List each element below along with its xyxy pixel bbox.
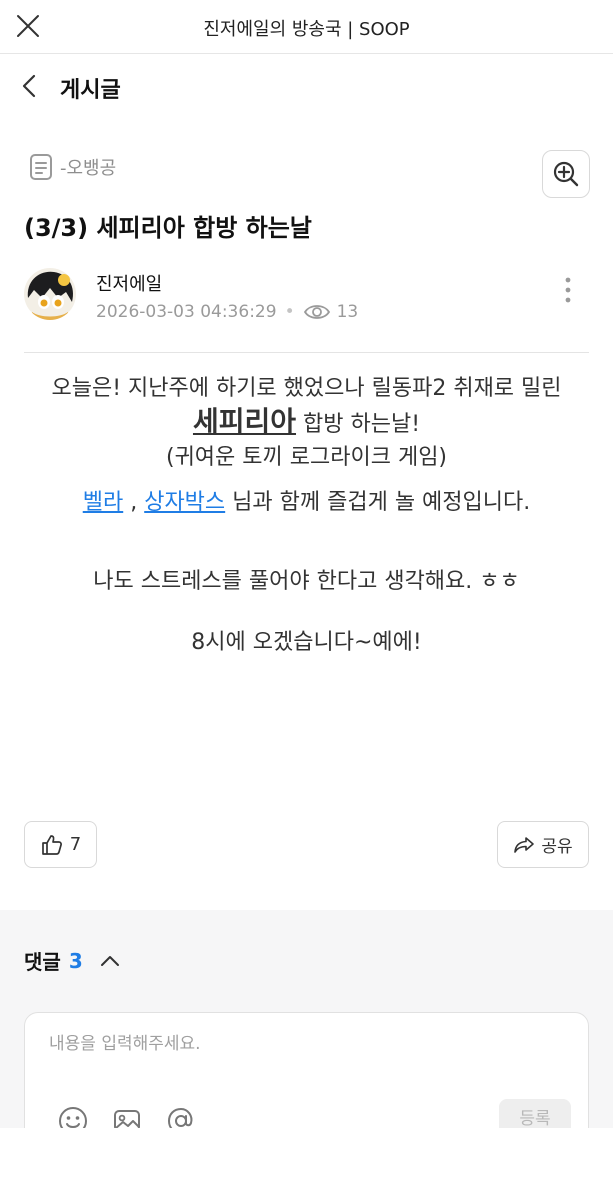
eye-icon [303, 305, 330, 319]
zoom-in-icon [553, 161, 579, 187]
document-icon [30, 154, 52, 180]
meta-separator: • [284, 302, 295, 322]
post-content: 오늘은! 지난주에 하기로 했었으나 릴동파2 취재로 밀린 세피리아 합방 하… [20, 372, 593, 659]
view-count: 13 [336, 302, 359, 322]
paragraph: 8시에 오겠습니다~예에! [191, 630, 422, 655]
thumbs-up-icon [41, 834, 62, 855]
author-name[interactable]: 진저에일 [96, 270, 162, 296]
share-label: 공유 [541, 837, 573, 857]
like-button[interactable]: 7 [24, 821, 97, 868]
comments-label: 댓글 [24, 950, 61, 974]
chevron-up-icon[interactable] [99, 954, 121, 968]
avatar[interactable] [24, 268, 76, 320]
content-line: 님과 함께 즐겁게 놀 예정입니다. [225, 490, 531, 515]
post-category[interactable]: -오뱅공 [28, 152, 116, 182]
window-title: 진저에일의 방송국 | SOOP [203, 19, 410, 40]
comment-placeholder[interactable]: 내용을 입력해주세요. [49, 1029, 201, 1054]
more-options-icon[interactable] [556, 274, 580, 306]
share-button[interactable]: 공유 [497, 821, 589, 868]
like-count: 7 [69, 834, 82, 855]
zoom-in-button[interactable] [542, 150, 590, 198]
post-title: (3/3) 세피리아 합방 하는날 [24, 214, 312, 242]
content-line: (귀여운 토끼 로그라이크 게임) [165, 445, 448, 470]
bottom-area [0, 1128, 613, 1200]
content-line: 합방 하는날! [296, 412, 421, 437]
top-bar: 진저에일의 방송국 | SOOP [0, 0, 613, 54]
back-arrow-icon[interactable] [16, 72, 44, 100]
post-datetime: 2026-03-03 04:36:29 [96, 302, 277, 322]
comments-count: 3 [68, 948, 83, 973]
content-line: 오늘은! 지난주에 하기로 했었으나 릴동파2 취재로 밀린 [51, 376, 562, 401]
page-title: 게시글 [60, 78, 121, 103]
comma: , [123, 490, 145, 515]
comments-section: 댓글 3 내용을 입력해주세요. 등록 [0, 910, 613, 1152]
page-header: 게시글 [0, 54, 613, 120]
post-meta: 2026-03-03 04:36:29 • 13 [96, 302, 358, 322]
share-icon [514, 836, 535, 853]
divider [24, 352, 589, 353]
paragraph: 벨라 , 상자박스 님과 함께 즐겁게 놀 예정입니다. [20, 486, 593, 519]
sangja-link[interactable]: 상자박스 [144, 490, 225, 515]
paragraph: 나도 스트레스를 풀어야 한다고 생각해요. ㅎㅎ [93, 569, 520, 594]
comments-header[interactable]: 댓글 3 [24, 946, 121, 975]
category-label: -오뱅공 [60, 158, 117, 179]
paragraph: 오늘은! 지난주에 하기로 했었으나 릴동파2 취재로 밀린 세피리아 합방 하… [20, 372, 593, 474]
game-link[interactable]: 세피리아 [193, 405, 296, 438]
avatar-image [24, 268, 76, 320]
bella-link[interactable]: 벨라 [83, 490, 123, 515]
